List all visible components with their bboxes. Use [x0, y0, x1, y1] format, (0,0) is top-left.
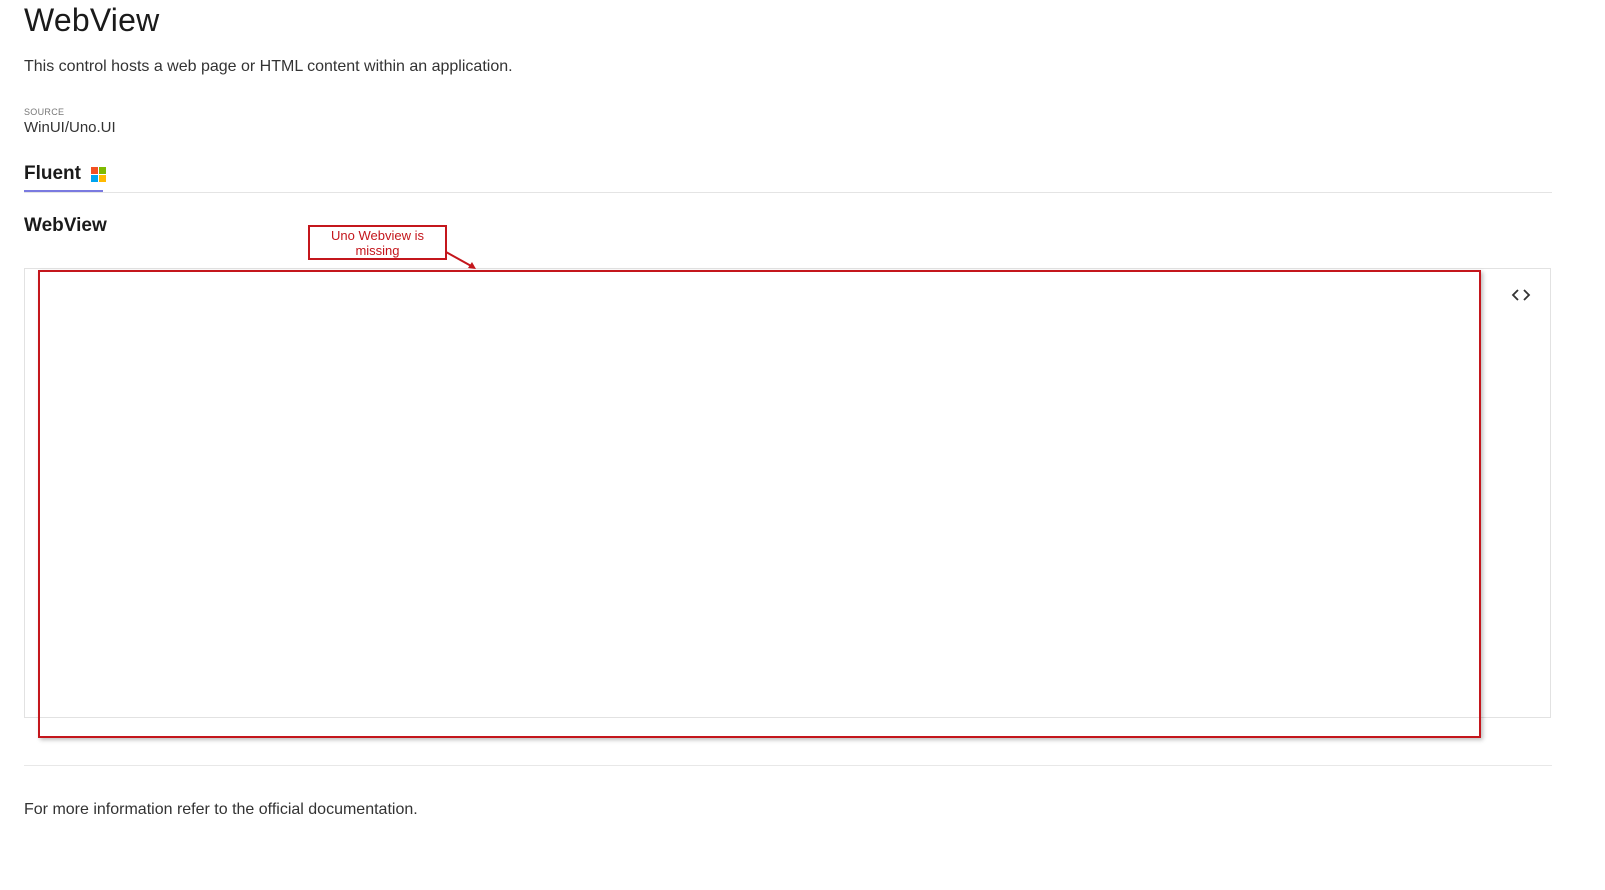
footer-text: For more information refer to the offici…	[24, 801, 418, 819]
tab-fluent[interactable]: Fluent	[24, 158, 106, 192]
annotation-arrow	[445, 251, 476, 269]
source-label: SOURCE	[24, 107, 65, 117]
page-title: WebView	[24, 2, 160, 38]
source-value: WinUI/Uno.UI	[24, 119, 116, 136]
code-icon[interactable]	[1510, 284, 1532, 306]
webview-area-highlight	[38, 270, 1481, 738]
page-description: This control hosts a web page or HTML co…	[24, 58, 513, 75]
divider	[24, 765, 1552, 766]
microsoft-logo-icon	[91, 166, 106, 182]
official-documentation-link[interactable]: official documentation.	[259, 801, 418, 818]
footer-prefix: For more information refer to the	[24, 801, 259, 818]
design-tabs: Fluent	[24, 158, 1552, 193]
section-title: WebView	[24, 215, 107, 236]
tab-fluent-label: Fluent	[24, 163, 81, 184]
annotation-callout: Uno Webview is missing	[308, 225, 447, 260]
